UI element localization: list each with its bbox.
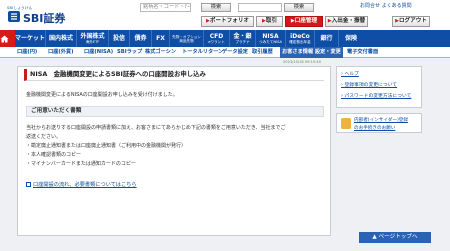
page-top-button[interactable]: ▲ ページトップへ [359,232,431,243]
subnav-item-selected[interactable]: お客さま情報 設定・変更 [280,47,343,58]
site-header: SBIしょうけん SBI証券 銘柄名・コード・ﾃｰﾏ 検索 検索 お問合せ よく… [0,0,450,30]
nav-label: 国内株式 [48,34,73,42]
intro-text: 金融機関変更によるNISAの口座開設お申し込みを受け付けました。 [26,92,178,98]
nav-sublabel: 確定拠出年金 [289,39,311,44]
help-link[interactable]: › ヘルプ [341,70,359,77]
nav-cfd[interactable]: CFD eワラント [204,30,230,47]
subnav-item[interactable]: SBIラップ [117,48,142,55]
help-box: › ヘルプ › 登録事項の変更について › パスワードの変更方法について [336,66,422,108]
nav-funds[interactable]: 投信 [109,30,130,47]
portfolio-button[interactable]: ▶ポートフォリオ [201,16,254,27]
deposit-label: 入出金・振替 [331,18,366,24]
password-change-link[interactable]: › パスワードの変更方法について [341,92,411,99]
logout-label: ログアウト [398,18,427,24]
nav-bonds[interactable]: 債券 [130,30,152,47]
nav-home[interactable] [0,30,15,47]
body-line: ・勘定廃止通知書または口座廃止通知書（ご利用中の金融機関が発行） [26,143,187,149]
nav-sublabel: つみたてNISA [259,39,282,44]
document-icon [26,182,31,187]
subnav-item[interactable]: 株式ゴーシン [145,48,176,55]
portfolio-label: ポートフォリオ [209,18,250,24]
insider-label: 内部者(インサイダー)登録 [354,118,408,123]
subnav-item[interactable]: 電子交付書面 [347,48,378,55]
nav-nisa[interactable]: NISA つみたてNISA [256,30,286,47]
insider-label: のお手続きのお願い [354,126,396,131]
nav-market[interactable]: マーケット [15,30,46,47]
logo-name: SBI証券 [23,12,66,25]
trade-label: 取引 [265,18,278,24]
account-subnav: 口座(円) 口座(外貨) 口座(NISA) SBIラップ 株式ゴーシン トータル… [0,47,450,58]
body-line: 当社からお送りする口座開設の申請書類に加え、お客さまにてあらかじめ下記の書類をご… [26,125,286,131]
site-search-button[interactable]: 検索 [284,3,314,12]
nav-label: マーケット [15,34,46,42]
registration-change-link[interactable]: › 登録事項の変更について [341,81,397,88]
insider-box[interactable]: 内部者(インサイダー)登録 のお手続きのお願い [336,113,422,133]
page-top-label: ページトップへ [378,234,418,240]
nav-domestic-stock[interactable]: 国内株式 [46,30,77,47]
subnav-item[interactable]: 取引履歴 [252,48,273,55]
nav-sublabel: プラチナ [235,39,250,44]
account-button[interactable]: ▶口座管理 [285,16,323,27]
nav-futures[interactable]: 先物・オプション 商品先物 [170,30,204,47]
home-icon [0,35,9,42]
nav-bank[interactable]: 銀行 [315,30,339,47]
docs-heading: ご用意いただく書類 [26,106,324,117]
insider-icon [341,118,351,129]
nav-sublabel: 商品先物 [179,38,194,43]
subnav-item[interactable]: トータルリターン [182,48,223,55]
help-links[interactable]: お問合せ よくある質問 [360,3,412,9]
subnav-item[interactable]: 口座(外貨) [48,48,74,55]
body-line: 返送ください。 [26,134,62,140]
nav-fx[interactable]: FX [152,30,170,47]
nav-label: 銀行 [320,34,333,42]
subnav-item[interactable]: 口座(円) [17,48,37,55]
registration-change-label: 登録事項の変更について [344,83,398,88]
trade-button[interactable]: ▶取引 [256,16,283,27]
nav-label: 債券 [134,34,147,42]
timestamp: 2023/10/18 09:15:40 [283,60,321,64]
nav-foreign-stock[interactable]: 外国株式 海外ETF [77,30,109,47]
main-nav: マーケット 国内株式 外国株式 海外ETF 投信 債券 FX 先物・オプション 商品… [0,30,450,47]
sbi-logo[interactable]: SBIしょうけん SBI証券 [7,6,67,25]
nav-insurance[interactable]: 保険 [339,30,363,47]
subnav-item[interactable]: データ設定 [222,48,248,55]
nav-sublabel: eワラント [208,39,225,44]
help-label: ヘルプ [344,72,359,77]
subnav-item[interactable]: 口座(NISA) [84,48,113,55]
docs-link[interactable]: 口座開設の流れ、必要書類についてはこちら [26,181,137,188]
body-line: ・マイナンバーカードまたは通知カードのコピー [26,161,136,167]
sbi-logo-icon [8,11,20,22]
nav-gold[interactable]: 金・銀 プラチナ [230,30,256,47]
nav-label: 投信 [112,34,125,42]
nav-label: 保険 [344,34,357,42]
nav-sublabel: 海外ETF [85,39,100,44]
logout-button[interactable]: ▶ログアウト [392,16,430,27]
body-line: ・本人確認書類のコピー [26,152,82,158]
nav-ideco[interactable]: iDeCo 確定拠出年金 [286,30,315,47]
main-panel: NISA 金融機関変更によるSBI証券への口座開設お申し込み 金融機関変更による… [17,66,331,236]
deposit-button[interactable]: ▶入出金・振替 [325,16,368,27]
site-search-input[interactable] [238,3,282,12]
password-change-label: パスワードの変更方法について [344,94,412,99]
nav-label: FX [156,34,165,42]
top-utility-links[interactable]: お問合せ よくある質問 [360,2,412,9]
page-title: NISA 金融機関変更によるSBI証券への口座開設お申し込み [24,69,324,81]
stock-search-input[interactable]: 銘柄名・コード・ﾃｰﾏ [140,3,191,12]
docs-link-label: 口座開設の流れ、必要書類についてはこちら [33,182,137,188]
account-label: 口座管理 [294,18,318,24]
stock-search-button[interactable]: 検索 [201,3,231,12]
